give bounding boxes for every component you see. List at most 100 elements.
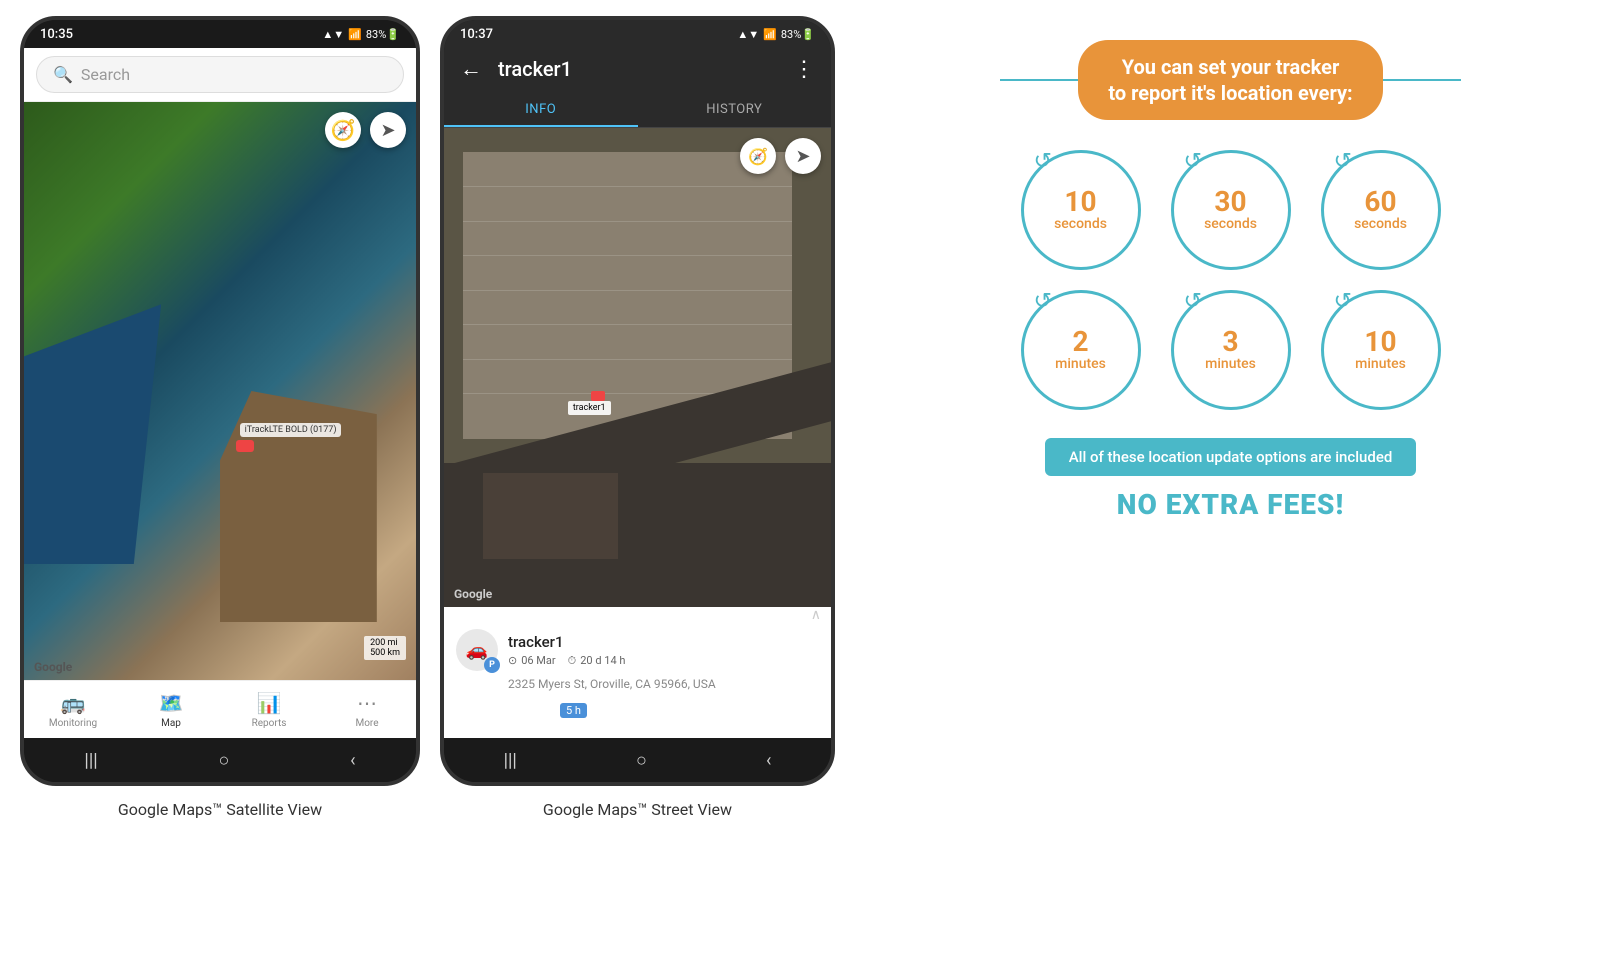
compass-arrow-icon: 🧭: [331, 118, 356, 142]
bottom-nav: 🚌 Monitoring 🗺️ Map 📊 Reports ⋯ More: [24, 680, 416, 738]
android-back-icon-2[interactable]: ‹: [766, 750, 771, 771]
more-button[interactable]: ⋮: [793, 57, 815, 82]
unit-2m: minutes: [1055, 356, 1106, 372]
title-bar: ← tracker1 ⋮: [444, 48, 831, 92]
map-icon: 🗺️: [159, 691, 184, 715]
google-logo-2: Google: [454, 587, 492, 601]
middle-caption: Google Maps™ Street View: [543, 800, 732, 819]
arrow-icon-4: ↺: [1034, 289, 1052, 314]
tracker-label-2: tracker1: [568, 401, 611, 415]
drag-up-icon: ∧: [811, 607, 821, 623]
number-10m: 10: [1364, 328, 1396, 356]
car-marker: [236, 440, 256, 460]
wifi-icon: 📶: [348, 28, 362, 41]
tab-info[interactable]: INFO: [444, 92, 638, 127]
arrow-icon-2: ↺: [1184, 149, 1202, 174]
duration-value: 20 d 14 h: [580, 654, 625, 667]
left-status-time: 10:35: [40, 27, 73, 42]
timer-icon: ⏱: [568, 654, 577, 668]
middle-map-area[interactable]: tracker1 🧭 ➤ Google: [444, 128, 831, 607]
arrow-icon-3: ↺: [1334, 149, 1352, 174]
map-label: Map: [161, 718, 181, 729]
left-status-icons: ▲▼ 📶 83%🔋: [322, 28, 400, 41]
aerial-map: tracker1 🧭 ➤ Google: [444, 128, 831, 607]
nav-item-more[interactable]: ⋯ More: [318, 691, 416, 729]
compass-button-2[interactable]: 🧭: [740, 138, 776, 174]
arrow-icon-6: ↺: [1334, 289, 1352, 314]
monitoring-icon: 🚌: [61, 691, 86, 715]
unit-10m: minutes: [1355, 356, 1406, 372]
number-60s: 60: [1364, 188, 1396, 216]
signal-icon: ▲▼: [322, 28, 344, 41]
google-logo: Google: [34, 660, 72, 674]
satellite-map: iTrackLTE BOLD (0177) 🧭 ➤ 200 mi500 km G…: [24, 102, 416, 680]
tracker-title: tracker1: [498, 57, 777, 81]
middle-status-icons: ▲▼ 📶 83%🔋: [737, 28, 815, 41]
tabs-row: INFO HISTORY: [444, 92, 831, 128]
left-phone-section: 10:35 ▲▼ 📶 83%🔋 🔍 Search: [0, 0, 430, 829]
left-phone: 10:35 ▲▼ 📶 83%🔋 🔍 Search: [20, 16, 420, 786]
info-header: 🚗 P tracker1 ⊙ 06 Mar ⏱ 20 d 14 h: [444, 623, 831, 677]
tracker-thumbnail: 🚗 P: [456, 629, 498, 671]
clock-icon: ⊙: [508, 654, 517, 667]
signal-icon: ▲▼: [737, 28, 759, 41]
navigation-button[interactable]: ➤: [370, 112, 406, 148]
info-graphic-section: You can set your trackerto report it's l…: [845, 0, 1616, 561]
tab-history[interactable]: HISTORY: [638, 92, 832, 127]
unit-30s: seconds: [1204, 216, 1257, 232]
compass-icon: 🧭: [748, 147, 768, 166]
left-map-area[interactable]: iTrackLTE BOLD (0177) 🧭 ➤ 200 mi500 km G…: [24, 102, 416, 680]
tracker-details: tracker1 ⊙ 06 Mar ⏱ 20 d 14 h: [508, 633, 625, 668]
reports-label: Reports: [252, 718, 287, 729]
arrow-icon-1: ↺: [1034, 149, 1052, 174]
duration-item: ⏱ 20 d 14 h: [568, 654, 626, 668]
date-item: ⊙ 06 Mar: [508, 654, 556, 667]
search-bar[interactable]: 🔍 Search: [24, 48, 416, 102]
unit-10s: seconds: [1054, 216, 1107, 232]
info-panel: ∧ 🚗 P tracker1 ⊙ 06 Mar ⏱: [444, 607, 831, 738]
android-home-icon[interactable]: ○: [218, 750, 229, 771]
nav-item-map[interactable]: 🗺️ Map: [122, 691, 220, 729]
reports-icon: 📊: [257, 691, 282, 715]
android-home-icon-2[interactable]: ○: [636, 750, 647, 771]
compass-button[interactable]: 🧭: [325, 112, 361, 148]
time-badge: 5 h: [560, 703, 587, 718]
navigation-icon: ➤: [380, 120, 395, 141]
car-marker-2: [591, 391, 605, 401]
android-back-icon[interactable]: ‹: [350, 750, 355, 771]
circle-2-minutes: ↺ 2 minutes: [1021, 290, 1141, 410]
dark-header: 10:37 ▲▼ 📶 83%🔋 ← tracker1 ⋮ INFO HISTOR…: [444, 20, 831, 128]
circle-10-minutes: ↺ 10 minutes: [1321, 290, 1441, 410]
left-status-bar: 10:35 ▲▼ 📶 83%🔋: [24, 20, 416, 48]
tracker-label: iTrackLTE BOLD (0177): [240, 423, 342, 437]
info-graphic: You can set your trackerto report it's l…: [991, 20, 1471, 541]
circles-grid: ↺ 10 seconds ↺ 30 seconds ↺ 60 seconds ↺…: [1021, 150, 1441, 410]
left-phone-content: 🔍 Search iTrackLTE BOLD (0177) 🧭: [24, 48, 416, 738]
middle-phone-section: 10:37 ▲▼ 📶 83%🔋 ← tracker1 ⋮ INFO HISTOR…: [430, 0, 845, 829]
search-input[interactable]: Search: [81, 65, 130, 84]
map-scale: 200 mi500 km: [364, 636, 406, 660]
unit-3m: minutes: [1205, 356, 1256, 372]
car-icon: [236, 440, 254, 452]
back-button[interactable]: ←: [460, 56, 482, 82]
number-3m: 3: [1222, 328, 1238, 356]
circle-60-seconds: ↺ 60 seconds: [1321, 150, 1441, 270]
unit-60s: seconds: [1354, 216, 1407, 232]
android-menu-icon[interactable]: |||: [84, 750, 97, 771]
nav-button-2[interactable]: ➤: [785, 138, 821, 174]
android-nav-bar: ||| ○ ‹: [24, 738, 416, 782]
android-nav-bar-2: ||| ○ ‹: [444, 738, 831, 782]
monitoring-label: Monitoring: [49, 718, 97, 729]
wifi-icon: 📶: [763, 28, 777, 41]
building: [483, 473, 618, 559]
search-input-wrap[interactable]: 🔍 Search: [36, 56, 404, 93]
android-menu-icon-2[interactable]: |||: [504, 750, 517, 771]
left-caption: Google Maps™ Satellite View: [118, 800, 322, 819]
included-banner: All of these location update options are…: [1045, 438, 1417, 476]
nav-arrow-icon: ➤: [795, 146, 810, 167]
nav-item-monitoring[interactable]: 🚌 Monitoring: [24, 691, 122, 729]
circle-30-seconds: ↺ 30 seconds: [1171, 150, 1291, 270]
drag-handle[interactable]: ∧: [444, 607, 831, 623]
number-30s: 30: [1214, 188, 1246, 216]
nav-item-reports[interactable]: 📊 Reports: [220, 691, 318, 729]
